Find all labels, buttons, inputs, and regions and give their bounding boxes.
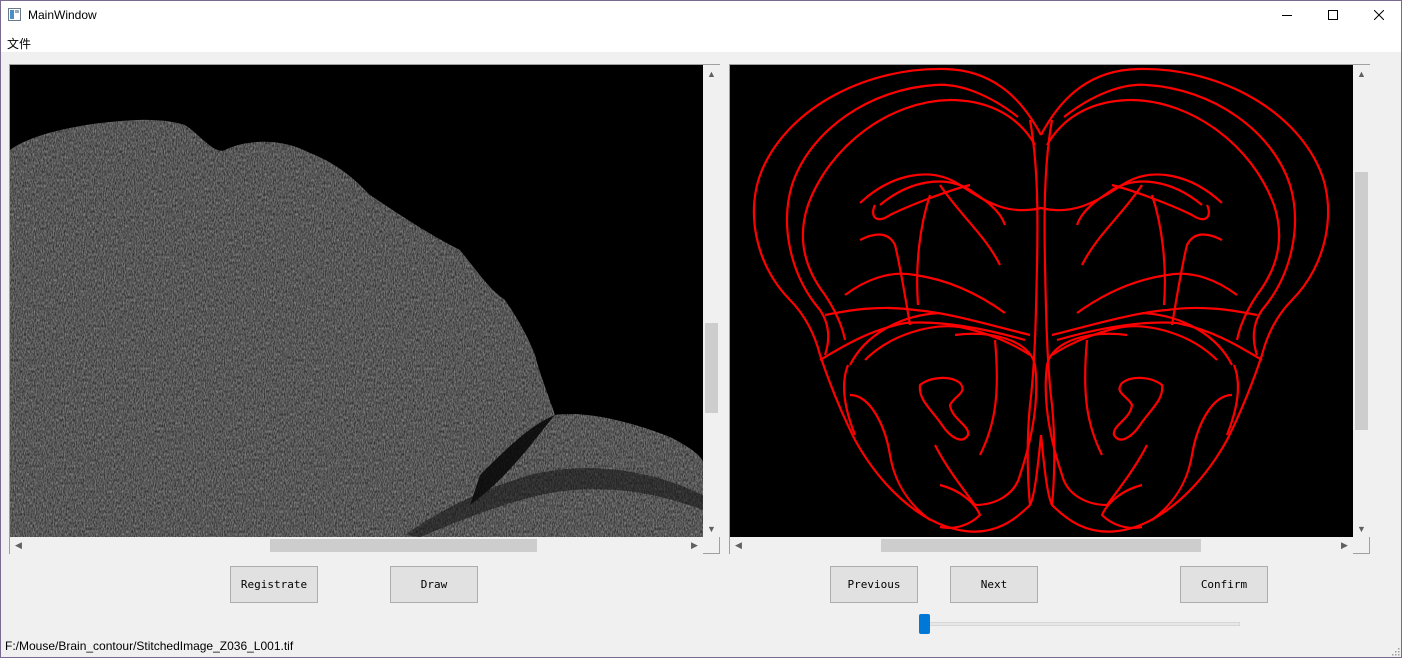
draw-button[interactable]: Draw [390,566,478,603]
registrate-button[interactable]: Registrate [230,566,318,603]
maximize-button[interactable] [1310,0,1356,30]
resize-grip-icon[interactable] [1390,646,1400,656]
right-hscroll-thumb[interactable] [881,539,1201,552]
scroll-up-icon[interactable]: ▲ [703,65,720,82]
scroll-left-icon[interactable]: ◀ [10,537,27,554]
left-hscroll-thumb[interactable] [270,539,537,552]
next-button[interactable]: Next [950,566,1038,603]
atlas-contour-image [730,65,1353,537]
minimize-button[interactable] [1264,0,1310,30]
window-title: MainWindow [28,8,97,22]
left-vscroll-thumb[interactable] [705,323,718,413]
confirm-button[interactable]: Confirm [1180,566,1268,603]
scroll-down-icon[interactable]: ▼ [703,520,720,537]
menu-file[interactable]: 文件 [7,35,31,52]
left-image-viewer[interactable]: ▲ ▼ ◀ ▶ [9,64,720,554]
menu-bar: 文件 [0,30,1402,52]
slice-slider-handle[interactable] [919,614,930,634]
tissue-image [10,65,703,537]
slice-slider-track[interactable] [920,622,1240,626]
right-vscroll-thumb[interactable] [1355,172,1368,430]
right-atlas-viewer[interactable]: ▲ ▼ ◀ ▶ [729,64,1370,554]
previous-button[interactable]: Previous [830,566,918,603]
close-button[interactable] [1356,0,1402,30]
left-vertical-scrollbar[interactable]: ▲ ▼ [703,65,720,537]
close-icon [1374,10,1384,20]
title-bar: MainWindow [0,0,1402,30]
right-horizontal-scrollbar[interactable]: ◀ ▶ [730,537,1353,554]
status-bar: F:/Mouse/Brain_contour/StitchedImage_Z03… [0,636,1402,658]
maximize-icon [1328,10,1338,20]
right-vertical-scrollbar[interactable]: ▲ ▼ [1353,65,1370,537]
status-file-path: F:/Mouse/Brain_contour/StitchedImage_Z03… [5,639,294,653]
scroll-down-icon[interactable]: ▼ [1353,520,1370,537]
scroll-right-icon[interactable]: ▶ [1336,537,1353,554]
scroll-right-icon[interactable]: ▶ [686,537,703,554]
scroll-left-icon[interactable]: ◀ [730,537,747,554]
app-icon [8,8,21,21]
scroll-up-icon[interactable]: ▲ [1353,65,1370,82]
minimize-icon [1282,15,1292,16]
left-horizontal-scrollbar[interactable]: ◀ ▶ [10,537,703,554]
